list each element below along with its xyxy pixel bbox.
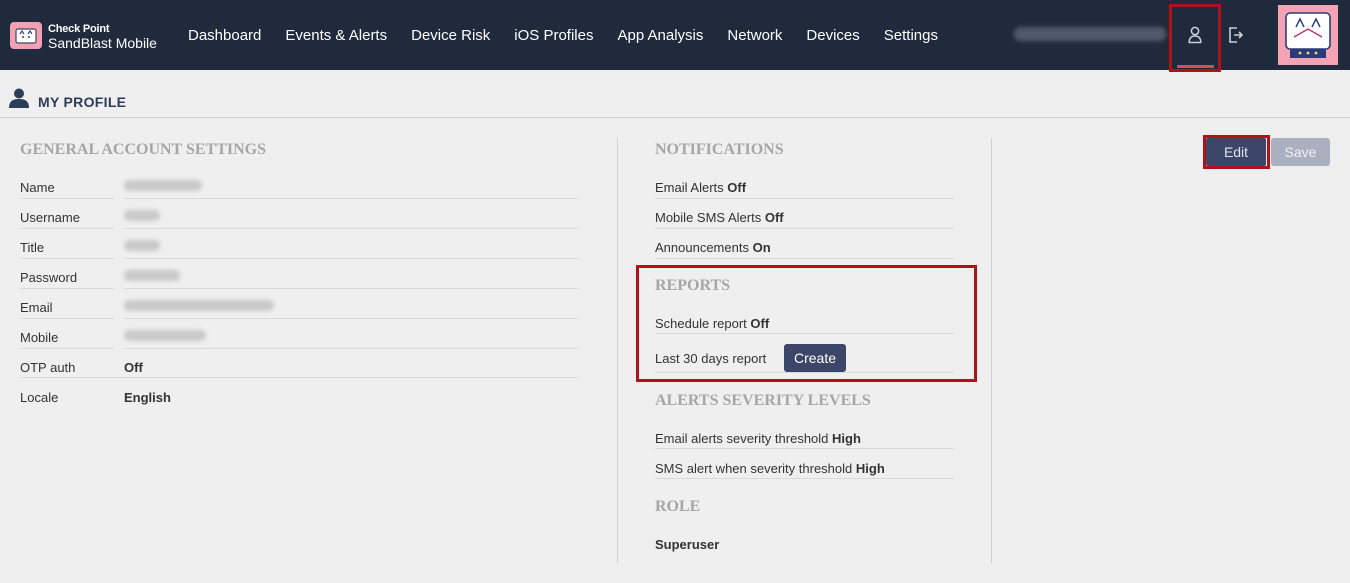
divider: [20, 228, 114, 229]
divider: [20, 377, 579, 378]
column-separator: [617, 138, 618, 563]
divider: [655, 478, 954, 479]
reports-title: REPORTS: [655, 277, 731, 294]
last-30-days-label: Last 30 days report: [655, 351, 767, 366]
nav-events-alerts[interactable]: Events & Alerts: [285, 27, 387, 44]
role-value: Superuser: [655, 537, 720, 552]
page-title: MY PROFILE: [38, 94, 127, 110]
field-password-value-redacted: [124, 270, 180, 281]
nav-settings[interactable]: Settings: [884, 27, 938, 44]
brand-product: SandBlast Mobile: [48, 35, 157, 51]
field-username-label: Username: [20, 210, 80, 225]
divider: [20, 198, 114, 199]
divider: [655, 258, 954, 259]
general-settings-title: GENERAL ACCOUNT SETTINGS: [20, 141, 266, 158]
field-otp-value: Off: [124, 360, 143, 375]
person-icon: [9, 88, 29, 108]
nav-devices[interactable]: Devices: [806, 27, 859, 44]
divider: [124, 228, 579, 229]
field-name-label: Name: [20, 180, 55, 195]
divider: [124, 288, 579, 289]
divider: [655, 372, 954, 373]
user-icon: [1188, 26, 1202, 44]
announcements-label: Announcements: [655, 240, 749, 255]
field-otp-label: OTP auth: [20, 360, 76, 375]
create-report-button[interactable]: Create: [784, 344, 846, 372]
save-button[interactable]: Save: [1271, 138, 1330, 166]
sms-severity-value: High: [855, 461, 885, 476]
nav-app-analysis[interactable]: App Analysis: [618, 27, 704, 44]
divider: [20, 288, 114, 289]
edit-button[interactable]: Edit: [1206, 138, 1266, 166]
field-locale: Locale English: [20, 382, 580, 412]
schedule-report-value: Off: [750, 316, 770, 331]
main-nav: Dashboard Events & Alerts Device Risk iO…: [188, 0, 962, 70]
field-email-value-redacted: [124, 300, 274, 311]
divider: [124, 318, 579, 319]
nav-device-risk[interactable]: Device Risk: [411, 27, 490, 44]
divider: [655, 333, 954, 334]
divider: [124, 258, 579, 259]
role-setting: Superuser: [655, 529, 955, 559]
field-title-label: Title: [20, 240, 45, 255]
divider: [20, 318, 114, 319]
email-severity-value: High: [832, 431, 861, 446]
schedule-report-label: Schedule report: [655, 316, 747, 331]
divider: [124, 198, 579, 199]
user-email-redacted: [1014, 27, 1166, 41]
column-separator: [991, 138, 992, 563]
divider: [20, 348, 114, 349]
sms-severity-label: SMS alert when severity threshold: [655, 461, 853, 476]
email-alerts-label: Email Alerts: [655, 180, 724, 195]
sms-alerts-label: Mobile SMS Alerts: [655, 210, 762, 225]
field-email-label: Email: [20, 300, 53, 315]
cat-logo-icon[interactable]: [10, 22, 42, 49]
severity-title: ALERTS SEVERITY LEVELS: [655, 392, 871, 409]
field-title-value-redacted: [124, 240, 160, 251]
page-header: MY PROFILE: [0, 70, 1350, 118]
nav-network[interactable]: Network: [727, 27, 782, 44]
nav-ios-profiles[interactable]: iOS Profiles: [514, 27, 593, 44]
role-title: ROLE: [655, 498, 701, 515]
divider: [124, 348, 579, 349]
avatar[interactable]: [1278, 5, 1338, 65]
divider: [655, 198, 954, 199]
divider: [655, 228, 954, 229]
brand-company: Check Point: [48, 23, 110, 35]
field-name-value-redacted: [124, 180, 202, 191]
email-severity-label: Email alerts severity threshold: [655, 431, 829, 446]
field-mobile-value-redacted: [124, 330, 206, 341]
field-mobile-label: Mobile: [20, 330, 59, 345]
email-alerts-value: Off: [727, 180, 747, 195]
field-password-label: Password: [20, 270, 78, 285]
announcements-value: On: [752, 240, 771, 255]
divider: [655, 448, 954, 449]
user-profile-button[interactable]: [1169, 4, 1221, 72]
divider: [20, 258, 114, 259]
field-locale-label: Locale: [20, 390, 59, 405]
top-bar: Check Point SandBlast Mobile Dashboard E…: [0, 0, 1350, 72]
field-username-value-redacted: [124, 210, 160, 221]
logout-icon[interactable]: [1227, 26, 1245, 44]
sms-alerts-value: Off: [764, 210, 784, 225]
field-locale-value: English: [124, 390, 171, 405]
notifications-title: NOTIFICATIONS: [655, 141, 784, 158]
last-30-days-report: Last 30 days report: [655, 343, 785, 373]
nav-dashboard[interactable]: Dashboard: [188, 27, 261, 44]
active-indicator: [1177, 65, 1214, 68]
